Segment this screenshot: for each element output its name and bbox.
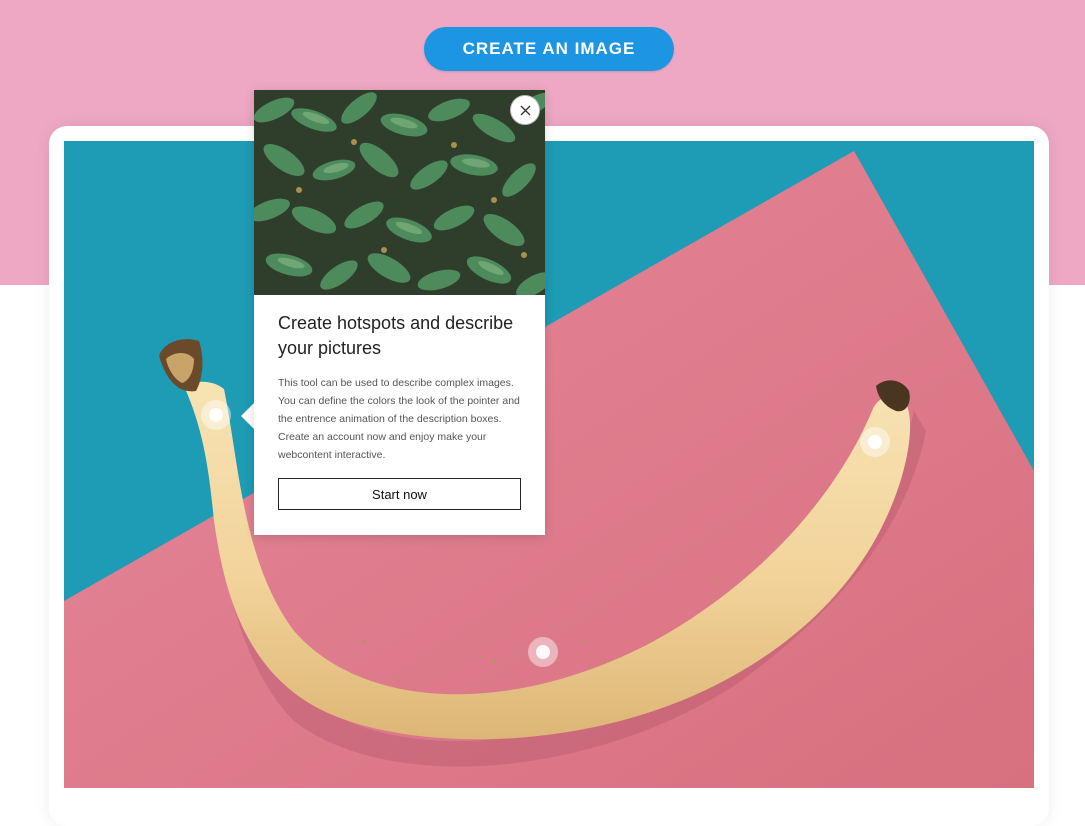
- create-image-button[interactable]: CREATE AN IMAGE: [424, 27, 674, 71]
- hotspot-image-stage: [64, 141, 1034, 788]
- popup-close-button[interactable]: [510, 95, 540, 125]
- green-bananas-photo: [254, 90, 545, 295]
- popup-description: This tool can be used to describe comple…: [278, 377, 520, 461]
- popup-title: Create hotspots and describe your pictur…: [278, 313, 514, 358]
- hotspot-description-popup: Create hotspots and describe your pictur…: [254, 90, 545, 535]
- start-now-button[interactable]: Start now: [278, 478, 521, 510]
- hotspot-tip[interactable]: [860, 427, 890, 457]
- banana-photo: [64, 141, 1034, 788]
- close-icon: [520, 105, 531, 116]
- hotspot-stem[interactable]: [201, 400, 231, 430]
- popup-pointer: [241, 403, 254, 429]
- hotspot-center[interactable]: [528, 637, 558, 667]
